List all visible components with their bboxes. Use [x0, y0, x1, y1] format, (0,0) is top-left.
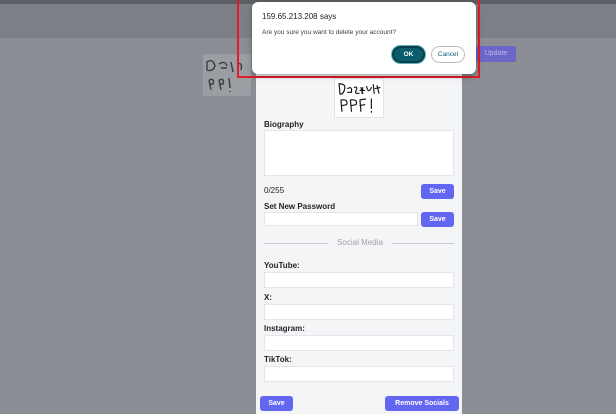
youtube-input[interactable]	[264, 272, 454, 288]
new-password-label: Set New Password	[264, 202, 336, 211]
biography-label: Biography	[264, 120, 304, 129]
divider-right	[392, 243, 454, 244]
biography-textarea[interactable]	[264, 130, 454, 176]
instagram-input[interactable]	[264, 335, 454, 351]
divider-left	[264, 243, 328, 244]
dialog-message: Are you sure you want to delete your acc…	[262, 29, 397, 36]
x-label: X:	[264, 293, 272, 302]
profile-picture[interactable]	[334, 78, 384, 118]
new-password-input[interactable]	[264, 212, 418, 226]
social-media-divider: Social Media	[337, 238, 383, 247]
tiktok-label: TikTok:	[264, 355, 292, 364]
confirm-dialog: 159.65.213.208 says Are you sure you wan…	[252, 2, 476, 74]
cancel-button[interactable]: Cancel	[431, 46, 465, 63]
x-input[interactable]	[264, 304, 454, 320]
save-password-button[interactable]: Save	[421, 212, 454, 227]
instagram-label: Instagram:	[264, 324, 305, 333]
save-socials-button[interactable]: Save	[260, 396, 293, 411]
save-biography-button[interactable]: Save	[421, 184, 454, 199]
ok-button[interactable]: OK	[392, 46, 425, 63]
default-pfp-handwriting-icon	[338, 83, 381, 113]
biography-char-counter: 0/255	[264, 186, 285, 195]
dimmed-update-button: Update	[476, 46, 516, 62]
dialog-origin-text: 159.65.213.208 says	[262, 12, 337, 21]
remove-socials-button[interactable]: Remove Socials	[385, 396, 459, 411]
tiktok-input[interactable]	[264, 366, 454, 382]
youtube-label: YouTube:	[264, 261, 300, 270]
